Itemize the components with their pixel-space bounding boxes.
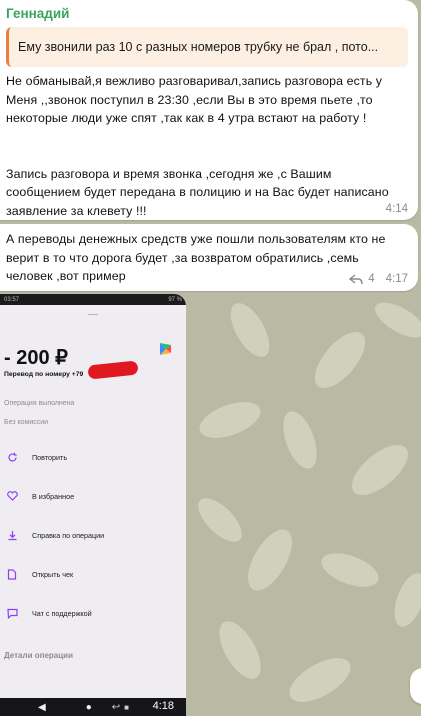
phone-status-bar: 03:57 97 % <box>0 294 186 305</box>
square-nav-icon: ■ <box>124 702 129 712</box>
repeat-icon <box>6 451 18 463</box>
transfer-amount: - 200 ₽ <box>4 347 68 369</box>
phone-status-time: 03:57 <box>4 296 20 303</box>
reply-count[interactable]: 4 <box>368 273 374 285</box>
operation-status: Операция выполнена <box>4 400 75 407</box>
message-time: 4:17 <box>385 273 408 285</box>
action-label: В избранное <box>32 491 75 501</box>
photo-footer: ◀ ● ↩ ■ 4:18 <box>0 698 186 716</box>
download-icon <box>6 529 18 541</box>
fee-status: Без комиссии <box>4 419 49 426</box>
receipt-action: Открыть чек <box>6 566 73 582</box>
chat-icon <box>6 607 18 619</box>
home-nav-icon: ● <box>85 701 92 713</box>
payment-logo-icon <box>160 343 171 355</box>
message-text: Не обманывай,я вежливо разговаривал,запи… <box>6 74 389 218</box>
message-bubble[interactable]: Геннадий Ему звонили раз 10 с разных ном… <box>0 0 418 220</box>
reference-action: Справка по операции <box>6 527 104 543</box>
bank-receipt-screen: - 200 ₽ Перевод по номеру +79 Операция в… <box>0 305 186 705</box>
message-text: А переводы денежных средств уже пошли по… <box>6 232 386 283</box>
repeat-action: Повторить <box>6 449 67 465</box>
redaction-mark <box>87 360 139 380</box>
sender-name[interactable]: Геннадий <box>6 5 408 23</box>
favorite-action: В избранное <box>6 488 74 504</box>
back-nav-icon: ◀ <box>38 701 46 713</box>
action-label: Открыть чек <box>32 569 74 579</box>
operation-details-heading: Детали операции <box>4 651 73 660</box>
replies-icon[interactable] <box>349 273 363 285</box>
document-icon <box>6 568 18 580</box>
action-label: Повторить <box>32 452 68 462</box>
heart-icon <box>6 490 18 502</box>
message-bubble[interactable]: А переводы денежных средств уже пошли по… <box>0 224 418 291</box>
reply-preview[interactable]: Ему звонили раз 10 с разных номеров труб… <box>6 27 408 67</box>
sheet-handle <box>88 310 98 315</box>
photo-attachment[interactable]: 03:57 97 % - 200 ₽ Перевод по номеру +79… <box>0 294 186 716</box>
support-chat-action: Чат с поддержкой <box>6 605 92 621</box>
action-label: Чат с поддержкой <box>32 608 92 618</box>
message-time: 4:14 <box>385 203 408 215</box>
phone-battery: 97 % <box>168 296 182 303</box>
transfer-subtitle: Перевод по номеру +79 <box>4 371 84 378</box>
scroll-down-button[interactable] <box>410 668 421 704</box>
action-label: Справка по операции <box>32 530 105 540</box>
reply-icon: ↩ <box>111 701 121 713</box>
photo-time: 4:18 <box>152 700 174 712</box>
reply-preview-text: Ему звонили раз 10 с разных номеров труб… <box>18 40 379 54</box>
